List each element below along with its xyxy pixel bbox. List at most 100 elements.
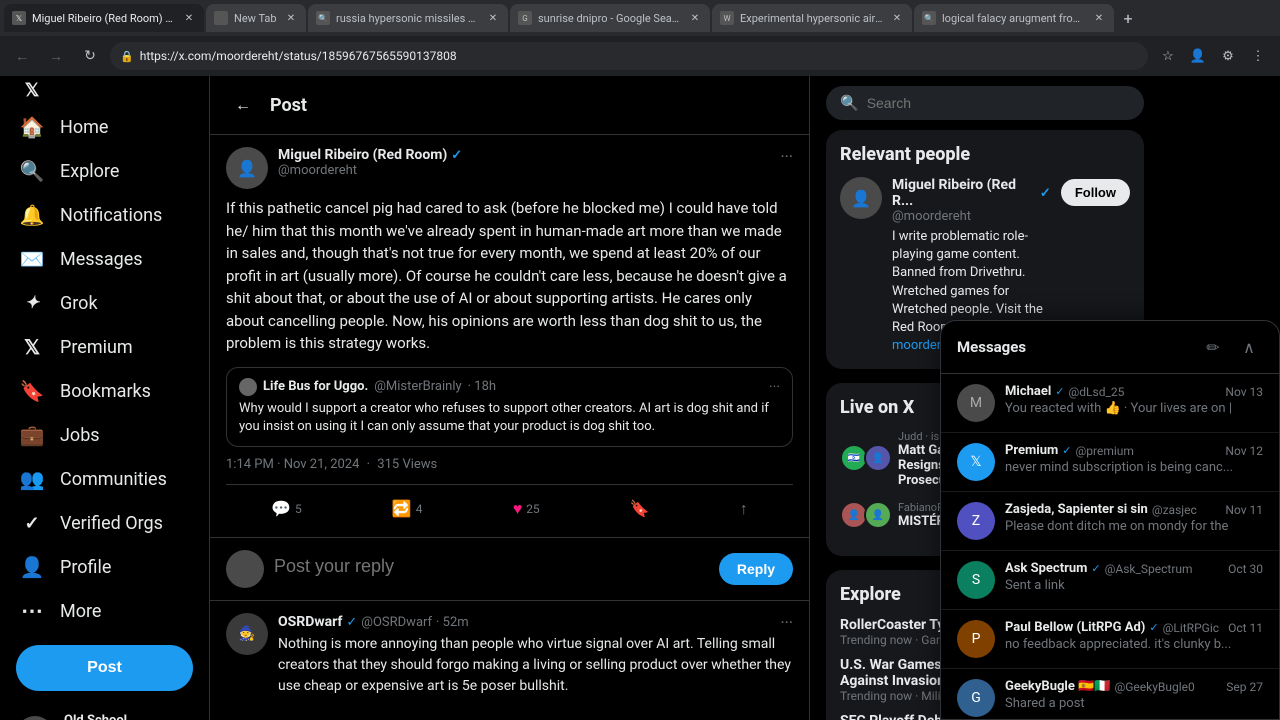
- message-item-5[interactable]: P Paul Bellow (LitRPG Ad) ✓ @LitRPGic Oc…: [941, 610, 1279, 669]
- address-bar[interactable]: 🔒 https://x.com/moordereht/status/185967…: [110, 42, 1148, 70]
- back-button[interactable]: ←: [226, 88, 260, 122]
- new-tab-button[interactable]: +: [1116, 6, 1140, 30]
- person-avatar[interactable]: 👤: [840, 177, 882, 219]
- msg-handle-1: @dLsd_25: [1069, 385, 1125, 399]
- retweet-count: 4: [416, 502, 423, 516]
- browser-menu-button[interactable]: ⋮: [1244, 42, 1272, 70]
- msg-preview-5: no feedback appreciated. it's clunky b..…: [1005, 637, 1263, 652]
- retweet-action-button[interactable]: 🔁 4: [386, 493, 429, 524]
- tab-close-6[interactable]: ✕: [1092, 11, 1106, 25]
- messages-compose-button[interactable]: ✏: [1199, 333, 1227, 361]
- tab-close-2[interactable]: ✕: [284, 11, 298, 25]
- sidebar-item-grok[interactable]: ✦ Grok: [8, 281, 201, 325]
- search-input[interactable]: [867, 95, 1130, 111]
- quoted-tweet-options-icon[interactable]: ···: [769, 379, 780, 395]
- sidebar-item-bookmarks[interactable]: 🔖 Bookmarks: [8, 369, 201, 413]
- jobs-icon: 💼: [20, 423, 44, 447]
- sidebar-user[interactable]: 👤 Old School Wargam... @LibertyForAll19 …: [8, 703, 201, 720]
- quoted-tweet[interactable]: Life Bus for Uggo. @MisterBrainly · 18h …: [226, 367, 793, 447]
- bookmark-page-button[interactable]: ☆: [1154, 42, 1182, 70]
- sidebar-item-communities[interactable]: 👥 Communities: [8, 457, 201, 501]
- sidebar-label-communities: Communities: [60, 469, 167, 490]
- sidebar-item-home[interactable]: 🏠 Home: [8, 105, 201, 149]
- msg-date-6: Sep 27: [1226, 680, 1263, 694]
- like-action-button[interactable]: ♥ 25: [507, 493, 546, 525]
- live-avatar-1b: 👤: [864, 444, 892, 472]
- msg-name-row-5: Paul Bellow (LitRPG Ad) ✓ @LitRPGic Oct …: [1005, 620, 1263, 635]
- reload-button[interactable]: ↻: [76, 42, 104, 70]
- tab-close-4[interactable]: ✕: [688, 11, 702, 25]
- sidebar-label-notifications: Notifications: [60, 205, 162, 226]
- sidebar-item-premium[interactable]: 𝕏 Premium: [8, 325, 201, 369]
- message-item-6[interactable]: G GeekyBugle 🇪🇸🇮🇹 @GeekyBugle0 Sep 27 Sh…: [941, 669, 1279, 719]
- tab-title-1: Miguel Ribeiro (Red Room) on...: [32, 12, 176, 25]
- reply-avatar-1[interactable]: 🧙: [226, 613, 268, 655]
- tab-active[interactable]: 𝕏 Miguel Ribeiro (Red Room) on... ✕: [4, 4, 204, 32]
- msg-handle-5: @LitRPGic: [1163, 621, 1219, 635]
- msg-name-row-2: Premium ✓ @premium Nov 12: [1005, 443, 1263, 458]
- tab-favicon-3: 🔍: [316, 11, 330, 25]
- sidebar-user-name: Old School Wargam...: [64, 713, 169, 720]
- msg-date-3: Nov 11: [1225, 503, 1263, 517]
- x-logo[interactable]: 𝕏: [8, 80, 56, 101]
- sidebar-item-notifications[interactable]: 🔔 Notifications: [8, 193, 201, 237]
- tweet-author-row: 👤 Miguel Ribeiro (Red Room) ✓ @moordereh…: [226, 147, 793, 189]
- tab-3[interactable]: 🔍 russia hypersonic missiles bea... ✕: [308, 4, 508, 32]
- message-item-3[interactable]: Z Zasjeda, Sapienter si sin @zasjec Nov …: [941, 492, 1279, 551]
- sidebar-nav: 🏠 Home 🔍 Explore 🔔 Notifications ✉️ Mess…: [8, 105, 201, 633]
- sidebar-label-profile: Profile: [60, 557, 111, 578]
- person-name: Miguel Ribeiro (Red R... ✓: [892, 177, 1051, 209]
- tab-close-5[interactable]: ✕: [890, 11, 904, 25]
- reply-input[interactable]: [274, 550, 709, 577]
- bookmark-action-button[interactable]: 🔖: [624, 493, 656, 524]
- msg-name-row-6: GeekyBugle 🇪🇸🇮🇹 @GeekyBugle0 Sep 27: [1005, 679, 1263, 694]
- post-title: Post: [270, 95, 307, 116]
- share-action-button[interactable]: ↑: [734, 493, 754, 525]
- msg-name-4: Ask Spectrum: [1005, 561, 1087, 576]
- follow-button[interactable]: Follow: [1061, 179, 1130, 206]
- sidebar-item-profile[interactable]: 👤 Profile: [8, 545, 201, 589]
- tab-5[interactable]: W Experimental hypersonic aircra... ✕: [712, 4, 912, 32]
- message-item-1[interactable]: M Michael ✓ @dLsd_25 Nov 13 You reacted …: [941, 374, 1279, 433]
- reply-action-button[interactable]: 💬 5: [265, 493, 308, 524]
- msg-avatar-5: P: [957, 620, 995, 658]
- bookmarks-icon: 🔖: [20, 379, 44, 403]
- reply-tweet-1: 🧙 OSRDwarf ✓ @OSRDwarf · 52m ··· Nothing…: [210, 601, 809, 720]
- reply-options-button-1[interactable]: ···: [780, 613, 793, 632]
- post-button[interactable]: Post: [16, 645, 193, 691]
- tweet-author-name-text: Miguel Ribeiro (Red Room): [278, 147, 447, 163]
- back-button[interactable]: ←: [8, 42, 36, 70]
- tweet-options-button[interactable]: ···: [780, 147, 793, 166]
- tweet-author-avatar[interactable]: 👤: [226, 147, 268, 189]
- tab-favicon-4: G: [518, 11, 532, 25]
- sidebar-item-jobs[interactable]: 💼 Jobs: [8, 413, 201, 457]
- sidebar-item-messages[interactable]: ✉️ Messages: [8, 237, 201, 281]
- tweet-author-handle: @moordereht: [278, 163, 770, 178]
- tab-close-1[interactable]: ✕: [182, 11, 196, 25]
- extensions-button[interactable]: ⚙: [1214, 42, 1242, 70]
- sidebar-label-bookmarks: Bookmarks: [60, 381, 151, 402]
- tab-4[interactable]: G sunrise dnipro - Google Search ✕: [510, 4, 710, 32]
- home-icon: 🏠: [20, 115, 44, 139]
- tab-6[interactable]: 🔍 logical falacy arugment from ... ✕: [914, 4, 1114, 32]
- sidebar-item-more[interactable]: ⋯ More: [8, 589, 201, 633]
- sidebar-item-explore[interactable]: 🔍 Explore: [8, 149, 201, 193]
- main-tweet: 👤 Miguel Ribeiro (Red Room) ✓ @moordereh…: [210, 135, 809, 538]
- tab-close-3[interactable]: ✕: [486, 11, 500, 25]
- sidebar-label-grok: Grok: [60, 293, 98, 314]
- grok-icon: ✦: [20, 291, 44, 315]
- message-item-2[interactable]: 𝕏 Premium ✓ @premium Nov 12 never mind s…: [941, 433, 1279, 492]
- tweet-actions: 💬 5 🔁 4 ♥ 25 🔖 ↑: [226, 484, 793, 525]
- message-item-4[interactable]: S Ask Spectrum ✓ @Ask_Spectrum Oct 30 Se…: [941, 551, 1279, 610]
- msg-avatar-1: M: [957, 384, 995, 422]
- forward-button[interactable]: →: [42, 42, 70, 70]
- address-bar-row: ← → ↻ 🔒 https://x.com/moordereht/status/…: [0, 36, 1280, 76]
- tab-2[interactable]: New Tab ✕: [206, 4, 306, 32]
- reply-button[interactable]: Reply: [719, 553, 793, 585]
- msg-avatar-4: S: [957, 561, 995, 599]
- messages-panel-header[interactable]: Messages ✏ ∧: [941, 321, 1279, 374]
- messages-collapse-button[interactable]: ∧: [1235, 333, 1263, 361]
- browser-profile-button[interactable]: 👤: [1184, 42, 1212, 70]
- messages-icon: ✉️: [20, 247, 44, 271]
- sidebar-item-verified-orgs[interactable]: ✓ Verified Orgs: [8, 501, 201, 545]
